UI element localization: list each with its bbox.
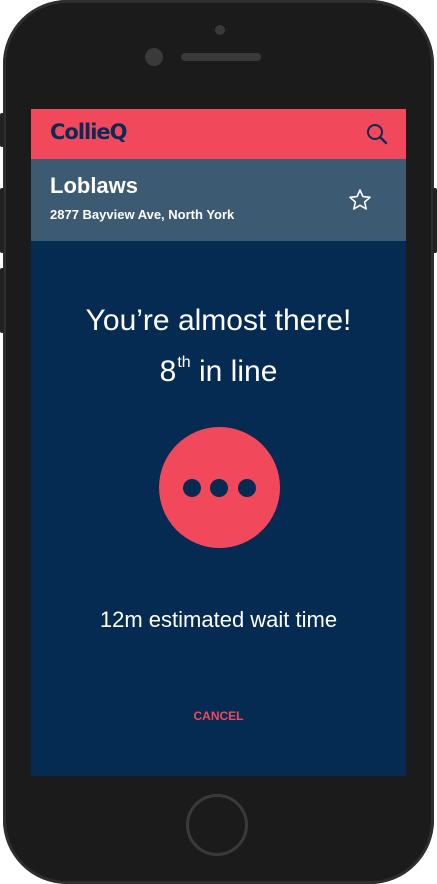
app-screen: CollieQ Loblaws 2877 Bayview Ave, North … xyxy=(31,109,406,776)
dot xyxy=(210,479,228,497)
store-info-bar: Loblaws 2877 Bayview Ave, North York xyxy=(31,159,406,241)
position-tail: in line xyxy=(190,355,278,388)
app-header: CollieQ xyxy=(31,109,406,159)
front-camera xyxy=(145,48,163,66)
dot xyxy=(238,479,256,497)
status-headline: You’re almost there! xyxy=(85,304,352,337)
mute-switch xyxy=(0,113,4,147)
favorite-button[interactable] xyxy=(348,188,372,212)
position-suffix: th xyxy=(177,354,191,371)
cancel-button[interactable]: CANCEL xyxy=(31,709,406,723)
top-sensor xyxy=(215,25,225,35)
position-number: 8 xyxy=(159,355,177,388)
earpiece-speaker xyxy=(181,53,261,61)
search-button[interactable] xyxy=(366,123,388,145)
volume-up-button xyxy=(0,188,4,253)
store-address: 2877 Bayview Ave, North York xyxy=(50,207,235,222)
dot xyxy=(183,479,201,497)
search-icon xyxy=(367,124,388,145)
queue-position: 8th in line xyxy=(31,354,406,389)
home-button[interactable] xyxy=(186,794,248,856)
estimated-wait-time: 12m estimated wait time xyxy=(99,607,338,632)
star-outline-icon xyxy=(349,189,371,210)
volume-down-button xyxy=(0,268,4,333)
power-button xyxy=(433,188,437,253)
app-logo[interactable]: CollieQ xyxy=(50,120,128,144)
waiting-indicator xyxy=(159,427,280,548)
store-name: Loblaws xyxy=(50,173,139,198)
